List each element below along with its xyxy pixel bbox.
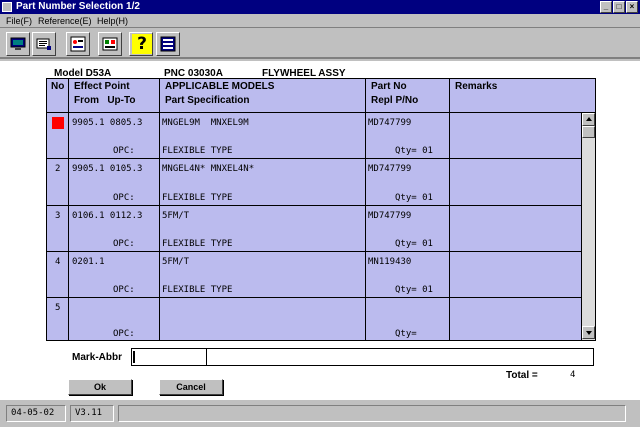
toolbar: ? (0, 29, 640, 59)
list-grid-button[interactable] (156, 32, 180, 56)
list-grid-icon (160, 36, 176, 52)
row-1-spec[interactable]: FLEXIBLE TYPE (162, 145, 232, 157)
row-3-opc: OPC: (113, 239, 135, 249)
title-bar: Part Number Selection 1/2 _ □ × (0, 0, 640, 14)
cancel-button[interactable]: Cancel (159, 379, 223, 395)
total-label: Total = (506, 370, 538, 381)
arrow-up-icon (586, 117, 592, 121)
row-4-no[interactable]: 4 (55, 256, 60, 268)
minimize-button[interactable]: _ (600, 1, 612, 13)
row-4-opc: OPC: (113, 285, 135, 295)
catalog-icon (102, 37, 118, 51)
row-3-qty: Qty= 01 (395, 239, 433, 249)
scroll-thumb[interactable] (582, 126, 595, 138)
row-2-effect[interactable]: 9905.1 0105.3 (72, 163, 142, 175)
row-5-qty: Qty= (395, 329, 417, 339)
help-icon: ? (132, 34, 152, 54)
row-3-models[interactable]: 5FM/T (162, 210, 189, 222)
table-scrollbar[interactable] (581, 113, 595, 340)
help-button[interactable]: ? (129, 32, 153, 56)
header-part-no: Part No (371, 81, 407, 92)
row-2-part-no[interactable]: MD747799 (368, 163, 411, 175)
row-3-effect[interactable]: 0106.1 0112.3 (72, 210, 142, 222)
header-from-upto: From Up-To (74, 95, 136, 106)
status-date: 04-05-02 (6, 405, 66, 422)
status-message (118, 405, 626, 422)
row-3-spec[interactable]: FLEXIBLE TYPE (162, 238, 232, 250)
scroll-down-button[interactable] (582, 326, 595, 339)
monitor-button[interactable] (6, 32, 30, 56)
row-1-effect[interactable]: 9905.1 0805.3 (72, 117, 142, 129)
row-1-qty: Qty= 01 (395, 146, 433, 156)
scroll-up-button[interactable] (582, 113, 595, 126)
row-1-no[interactable]: 1 (55, 117, 60, 129)
header-part-spec: Part Specification (165, 95, 250, 106)
total-value: 4 (570, 370, 576, 380)
row-2-models[interactable]: MNGEL4N* MNXEL4N* (162, 163, 254, 175)
row-5-opc: OPC: (113, 329, 135, 339)
mark-abbr-input[interactable] (131, 348, 207, 366)
mark-abbr-description-field[interactable] (206, 348, 594, 366)
menu-help[interactable]: Help(H) (97, 15, 128, 27)
row-2-qty: Qty= 01 (395, 193, 433, 203)
row-2-no[interactable]: 2 (55, 163, 60, 175)
menu-file[interactable]: File(F) (6, 15, 32, 27)
row-3-no[interactable]: 3 (55, 210, 60, 222)
print-button[interactable] (32, 32, 56, 56)
row-1-part-no[interactable]: MD747799 (368, 117, 411, 129)
header-remarks: Remarks (455, 81, 498, 92)
window-title: Part Number Selection 1/2 (16, 1, 140, 12)
parts-diagram-icon (70, 36, 86, 52)
menu-bar: File(F) Reference(E) Help(H) (0, 14, 640, 28)
header-no: No (51, 81, 65, 92)
row-4-effect[interactable]: 0201.1 (72, 256, 105, 268)
row-1-opc: OPC: (113, 146, 135, 156)
arrow-down-icon (586, 331, 592, 335)
row-4-models[interactable]: 5FM/T (162, 256, 189, 268)
header-repl-pno: Repl P/No (371, 95, 419, 106)
row-2-opc: OPC: (113, 193, 135, 203)
row-4-part-no[interactable]: MN119430 (368, 256, 411, 268)
row-2-spec[interactable]: FLEXIBLE TYPE (162, 192, 232, 204)
row-1-models[interactable]: MNGEL9M MNXEL9M (162, 117, 249, 129)
status-bar: 04-05-02 V3.11 (0, 399, 640, 427)
parts-diagram-button[interactable] (66, 32, 90, 56)
row-4-spec[interactable]: FLEXIBLE TYPE (162, 284, 232, 296)
mark-abbr-label: Mark-Abbr (72, 352, 123, 363)
close-button[interactable]: × (626, 1, 638, 13)
text-caret (133, 351, 135, 363)
maximize-button[interactable]: □ (613, 1, 625, 13)
menu-reference[interactable]: Reference(E) (38, 15, 92, 27)
header-applicable-models: APPLICABLE MODELS (165, 81, 275, 92)
catalog-button[interactable] (98, 32, 122, 56)
monitor-icon (10, 37, 26, 50)
row-4-qty: Qty= 01 (395, 285, 433, 295)
row-5-no[interactable]: 5 (55, 302, 60, 314)
print-icon (36, 38, 51, 50)
status-version: V3.11 (70, 405, 114, 422)
row-3-part-no[interactable]: MD747799 (368, 210, 411, 222)
ok-button[interactable]: Ok (68, 379, 132, 395)
header-effect-point: Effect Point (74, 81, 130, 92)
parts-table: No Effect Point From Up-To APPLICABLE MO… (46, 78, 596, 341)
app-icon[interactable] (2, 2, 12, 12)
